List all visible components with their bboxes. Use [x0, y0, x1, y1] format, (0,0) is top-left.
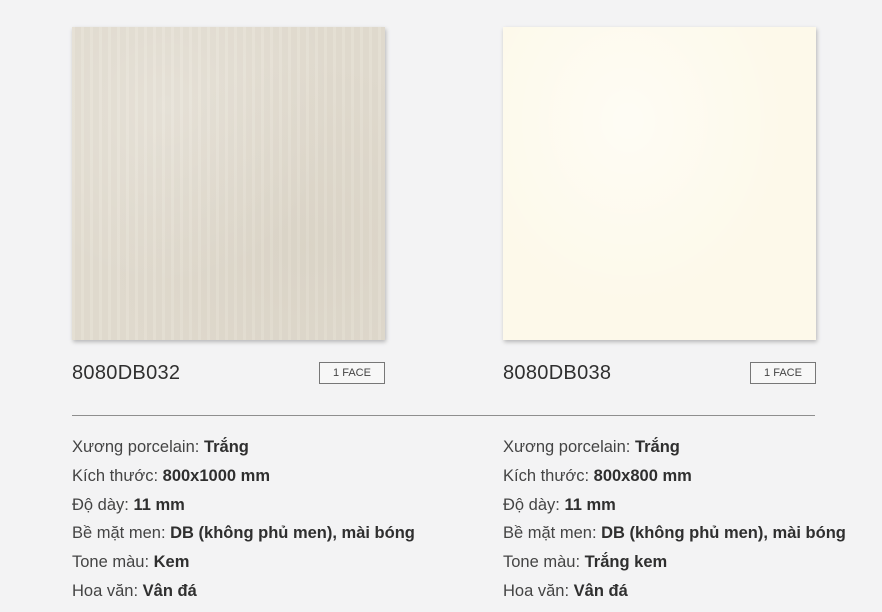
spec-row-body: Xương porcelain: Trắng	[503, 436, 846, 465]
spec-label: Hoa văn:	[503, 581, 570, 600]
spec-label: Bề mặt men:	[72, 524, 166, 543]
spec-value: Trắng	[203, 438, 249, 456]
spec-row-thickness: Độ dày: 11 mm	[503, 494, 846, 523]
spec-label: Hoa văn:	[72, 581, 139, 600]
spec-label: Kích thước:	[72, 466, 159, 485]
tile-swatch-image[interactable]	[72, 27, 385, 340]
spec-list: Xương porcelain: Trắng Kích thước: 800x1…	[72, 436, 415, 609]
spec-label: Xương porcelain:	[503, 438, 631, 456]
spec-value: 800x800 mm	[593, 466, 692, 485]
spec-value: Vân đá	[142, 581, 197, 600]
spec-label: Bề mặt men:	[503, 524, 597, 543]
tile-swatch-image[interactable]	[503, 27, 816, 340]
spec-value: 800x1000 mm	[162, 466, 270, 485]
spec-row-surface: Bề mặt men: DB (không phủ men), mài bóng	[503, 522, 846, 551]
spec-value: DB (không phủ men), mài bóng	[170, 524, 415, 543]
spec-label: Kích thước:	[503, 466, 590, 485]
spec-row-body: Xương porcelain: Trắng	[72, 436, 415, 465]
spec-row-pattern: Hoa văn: Vân đá	[503, 580, 846, 609]
product-code[interactable]: 8080DB038	[503, 362, 611, 385]
spec-row-size: Kích thước: 800x1000 mm	[72, 465, 415, 494]
spec-row-tone: Tone màu: Kem	[72, 551, 415, 580]
spec-row-size: Kích thước: 800x800 mm	[503, 465, 846, 494]
spec-row-thickness: Độ dày: 11 mm	[72, 494, 415, 523]
spec-label: Độ dày:	[503, 495, 560, 514]
spec-value: 11 mm	[133, 495, 185, 514]
spec-value: 11 mm	[564, 495, 616, 514]
spec-label: Độ dày:	[72, 495, 129, 514]
face-badge: 1 FACE	[750, 362, 816, 384]
spec-row-tone: Tone màu: Trắng kem	[503, 551, 846, 580]
spec-row-surface: Bề mặt men: DB (không phủ men), mài bóng	[72, 522, 415, 551]
spec-value: Kem	[153, 553, 190, 572]
spec-label: Xương porcelain:	[72, 438, 200, 456]
face-badge: 1 FACE	[319, 362, 385, 384]
product-code[interactable]: 8080DB032	[72, 362, 180, 385]
spec-row-pattern: Hoa văn: Vân đá	[72, 580, 415, 609]
spec-value: DB (không phủ men), mài bóng	[601, 524, 846, 543]
spec-value: Trắng kem	[584, 553, 668, 572]
spec-label: Tone màu:	[503, 553, 581, 572]
section-divider	[72, 415, 815, 416]
spec-label: Tone màu:	[72, 553, 150, 572]
spec-list: Xương porcelain: Trắng Kích thước: 800x8…	[503, 436, 846, 609]
spec-value: Trắng	[634, 438, 680, 456]
spec-value: Vân đá	[573, 581, 628, 600]
